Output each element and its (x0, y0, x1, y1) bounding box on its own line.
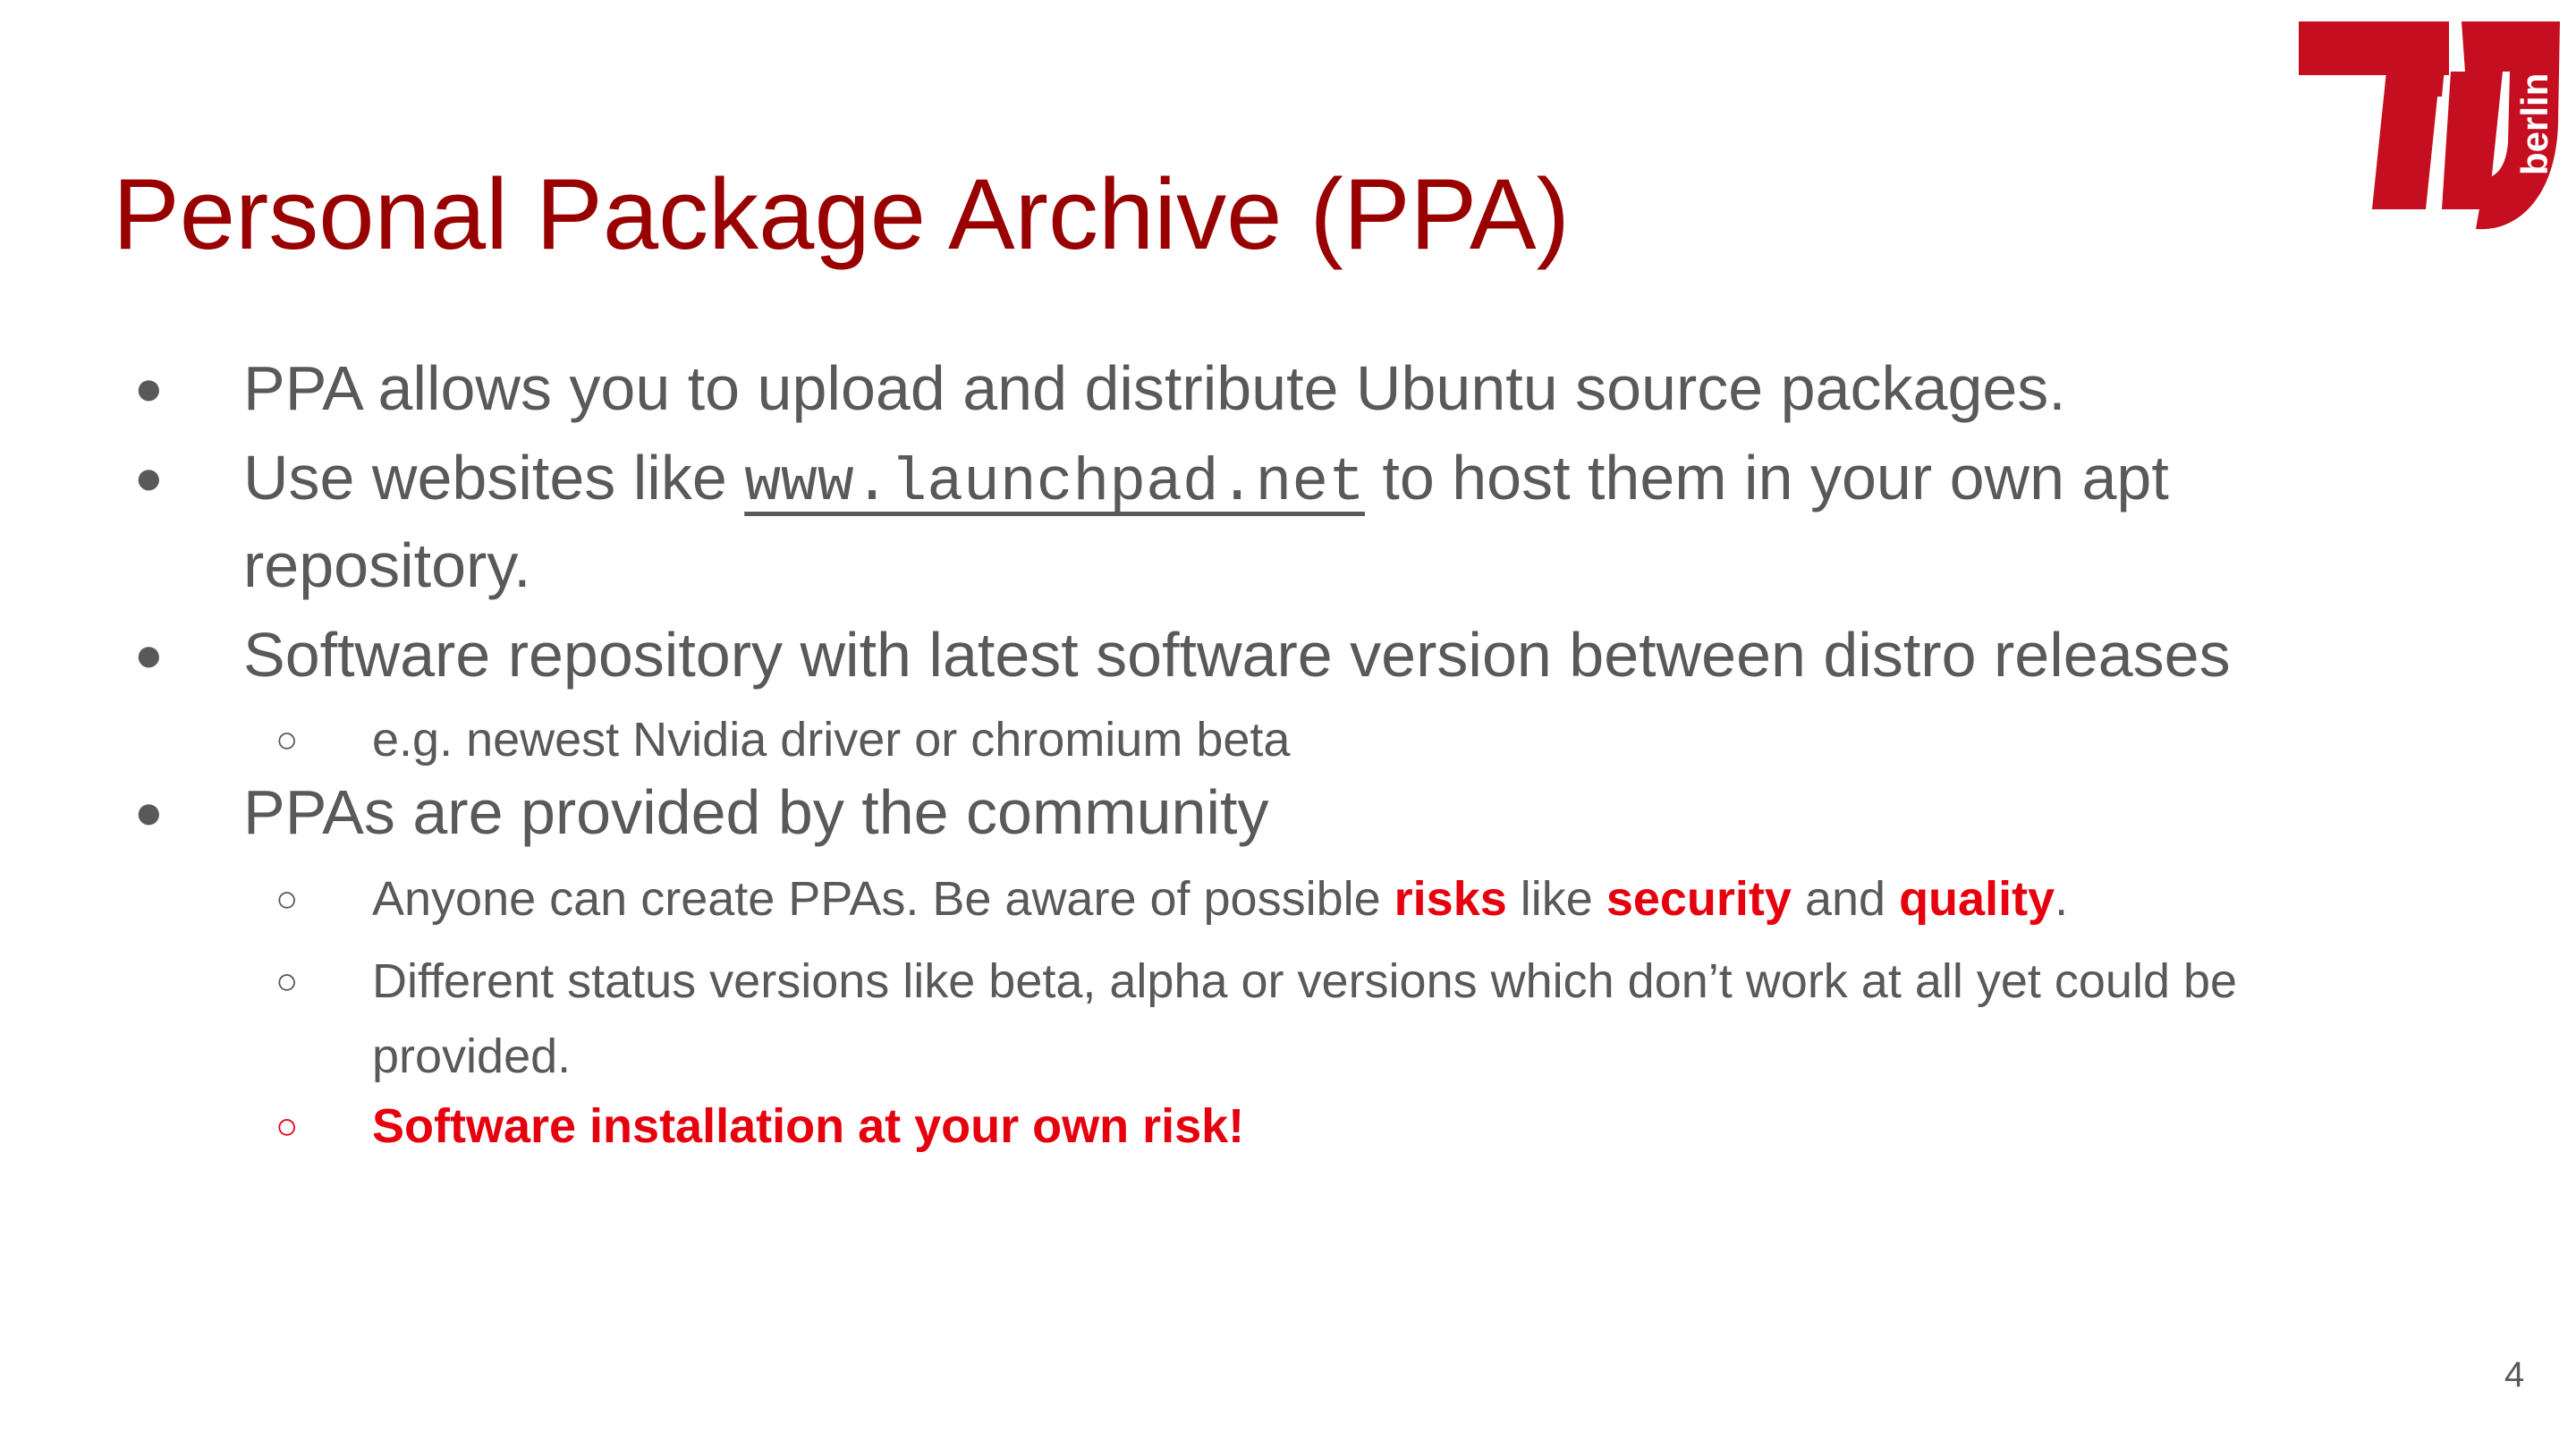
bullet-text-after: to host them in your own apt (1364, 443, 2169, 513)
highlight-quality: quality (1899, 872, 2055, 926)
bullet-marker: ● (134, 785, 164, 839)
bullet-text: PPAs are provided by the community (243, 777, 1269, 847)
bullet-text: Software repository with latest software… (243, 620, 2231, 690)
highlight-security: security (1606, 872, 1792, 926)
bullet-text: PPA allows you to upload and distribute … (243, 353, 2066, 423)
bullet-marker: ● (134, 451, 164, 504)
sub-bullet-marker: ○ (275, 1105, 299, 1147)
sub-bullet-part: like (1506, 872, 1606, 926)
launchpad-link[interactable]: www.launchpad.net (744, 449, 1365, 518)
sub-bullet-part: Anyone can create PPAs. Be aware of poss… (372, 872, 1394, 926)
tu-berlin-logo: berlin (2299, 21, 2560, 230)
sub-bullet-text: e.g. newest Nvidia driver or chromium be… (372, 713, 1291, 767)
sub-bullet-text: Different status versions like beta, alp… (372, 954, 2238, 1008)
sub-bullet-text: Anyone can create PPAs. Be aware of poss… (372, 861, 2068, 936)
sub-bullet-marker: ○ (275, 877, 299, 919)
bullet-text-continuation: repository. (243, 530, 531, 600)
bullet-marker: ● (134, 628, 164, 682)
bullet-text: Use websites like www.launchpad.net to h… (243, 434, 2169, 528)
sub-bullet-marker: ○ (275, 718, 299, 760)
bullet-marker: ● (134, 361, 164, 415)
slide-title: Personal Package Archive (PPA) (113, 158, 1570, 270)
bullet-text-before: Use websites like (243, 443, 745, 513)
sub-bullet-marker: ○ (275, 960, 299, 1002)
sub-bullet-text-continuation: provided. (372, 1030, 572, 1083)
highlight-risks: risks (1394, 872, 1507, 926)
sub-bullet-part: and (1791, 872, 1900, 926)
page-number: 4 (2504, 1355, 2525, 1394)
slide: Personal Package Archive (PPA) berlin ● … (0, 0, 2576, 1449)
warning-text: Software installation at your own risk! (372, 1099, 1245, 1153)
logo-text: berlin (2513, 73, 2555, 175)
sub-bullet-part: . (2055, 872, 2069, 926)
